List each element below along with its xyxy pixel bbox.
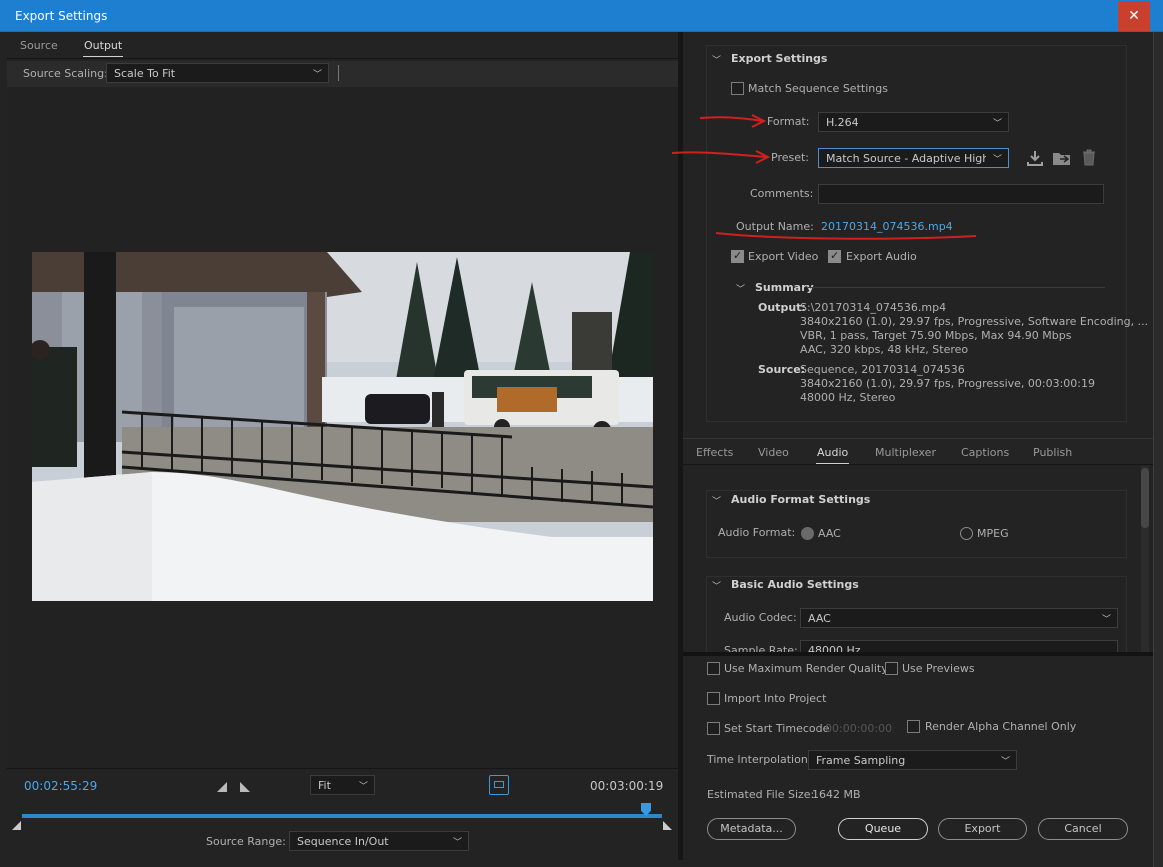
annotation-marks [671,114,977,240]
